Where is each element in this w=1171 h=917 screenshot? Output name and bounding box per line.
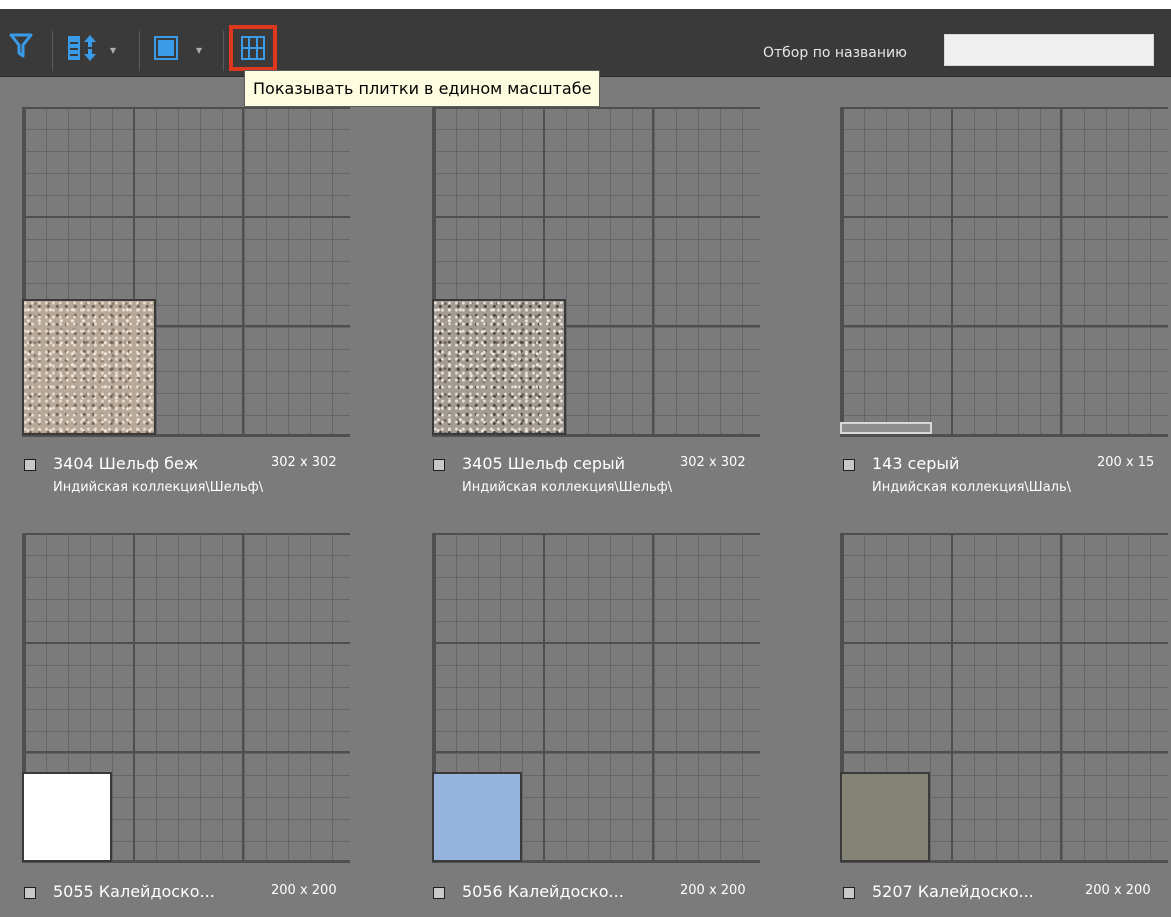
chevron-down-icon[interactable]: ▾ xyxy=(196,43,202,57)
tile-gallery: 3404 Шельф беж 302 x 302 Индийская колле… xyxy=(0,77,1171,917)
tile-size: 200 x 200 xyxy=(271,883,337,898)
uniform-scale-icon xyxy=(241,36,265,60)
uniform-scale-button[interactable] xyxy=(229,25,277,71)
top-strip xyxy=(0,0,1171,9)
toolbar-separator xyxy=(52,31,53,71)
tile-path: Индийская коллекция\Шельф\ xyxy=(462,480,673,495)
sort-button[interactable] xyxy=(64,31,102,65)
search-input[interactable] xyxy=(944,34,1154,66)
tile-swatch xyxy=(432,772,522,862)
tile-name: 143 серый xyxy=(872,454,960,473)
tile-checkbox[interactable] xyxy=(843,887,855,899)
tile-path: Индийская коллекция\Шельф\ xyxy=(53,480,264,495)
view-mode-button[interactable] xyxy=(151,33,181,63)
tile-size: 302 x 302 xyxy=(271,455,337,470)
tile-name: 5056 Калейдоско... xyxy=(462,882,624,901)
toolbar: ▾ ▾ Отбор по названию xyxy=(0,9,1171,77)
tile-name: 3405 Шельф серый xyxy=(462,454,626,473)
sort-icon xyxy=(68,35,96,61)
tile-swatch xyxy=(22,772,112,862)
tile-checkbox[interactable] xyxy=(24,459,36,471)
tile-size: 200 x 200 xyxy=(1085,883,1151,898)
tile-checkbox[interactable] xyxy=(24,887,36,899)
tile-name: 5055 Калейдоско... xyxy=(53,882,215,901)
tile-swatch xyxy=(840,772,930,862)
tile-checkbox[interactable] xyxy=(433,459,445,471)
toolbar-separator xyxy=(139,31,140,71)
tile-swatch xyxy=(840,422,932,434)
tile-path: Индийская коллекция\Шаль\ xyxy=(872,480,1072,495)
tile-size: 302 x 302 xyxy=(680,455,746,470)
filter-icon xyxy=(9,33,33,58)
tile-swatch xyxy=(22,299,156,435)
tile-checkbox[interactable] xyxy=(433,887,445,899)
filter-button[interactable] xyxy=(6,31,36,61)
view-mode-icon xyxy=(154,36,178,60)
search-label: Отбор по названию xyxy=(763,45,907,61)
chevron-down-icon[interactable]: ▾ xyxy=(110,43,116,57)
tile-name: 5207 Калейдоско... xyxy=(872,882,1034,901)
tile-size: 200 x 200 xyxy=(680,883,746,898)
tooltip: Показывать плитки в едином масштабе xyxy=(244,70,601,107)
tile-preview-grid[interactable] xyxy=(840,107,1168,437)
tile-name: 3404 Шельф беж xyxy=(53,454,199,473)
tile-size: 200 x 15 xyxy=(1097,455,1155,470)
toolbar-separator xyxy=(223,31,224,71)
tile-swatch xyxy=(432,299,566,435)
tile-checkbox[interactable] xyxy=(843,459,855,471)
